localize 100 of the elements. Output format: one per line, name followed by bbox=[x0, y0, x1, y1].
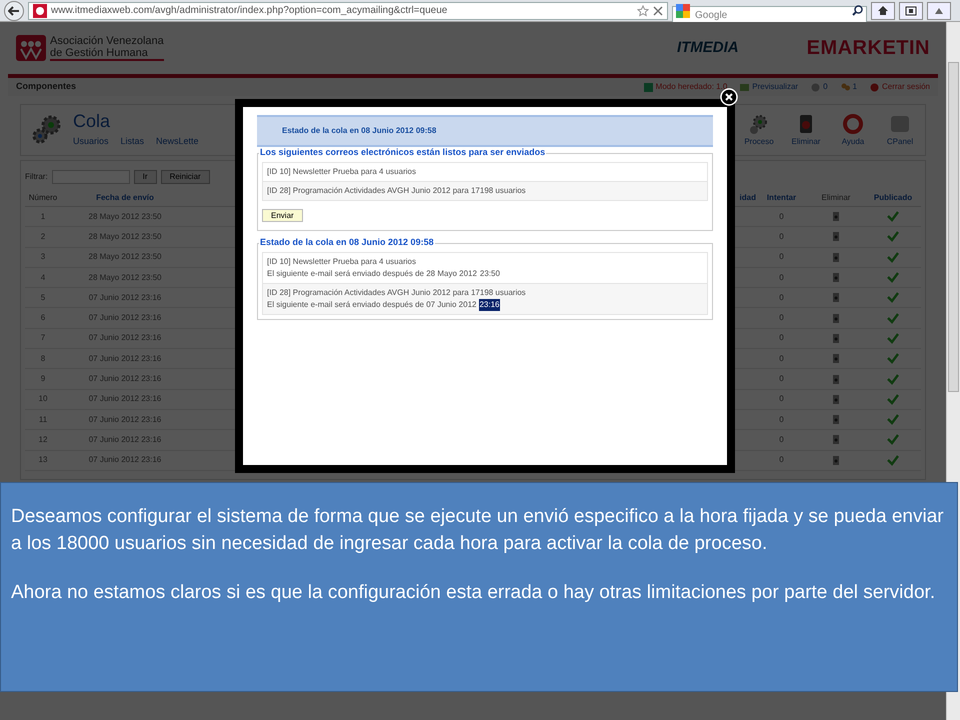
site-favicon-icon bbox=[33, 4, 47, 18]
filter-field[interactable] bbox=[52, 170, 130, 184]
toolbar-link[interactable]: Previsualizar bbox=[752, 81, 798, 93]
table-cell-text: 07 Junio 2012 23:16 bbox=[88, 434, 162, 446]
menu-item[interactable]: Listas bbox=[120, 135, 144, 149]
search-engine-icon bbox=[676, 4, 690, 18]
check-icon[interactable] bbox=[887, 374, 899, 385]
home-icon bbox=[877, 5, 889, 16]
toolbar-button[interactable]: CPanel bbox=[883, 112, 917, 148]
trash-icon[interactable] bbox=[832, 292, 840, 304]
filter-button[interactable]: Reiniciar bbox=[160, 170, 210, 184]
table-cell-text: 0 bbox=[778, 210, 785, 223]
table-cell-text: 2 bbox=[40, 230, 46, 243]
triangle-icon bbox=[933, 6, 945, 16]
check-icon[interactable] bbox=[887, 414, 899, 426]
back-arrow-icon bbox=[8, 6, 20, 16]
back-button[interactable] bbox=[4, 0, 24, 20]
home-button[interactable] bbox=[871, 2, 895, 20]
table-cell-text: 07 Junio 2012 23:16 bbox=[88, 414, 162, 426]
next-send-text: El siguiente e-mail será enviado después de 07 Junio 2012 bbox=[267, 299, 476, 311]
column-header[interactable]: Fecha de envío bbox=[61, 192, 189, 204]
check-icon[interactable] bbox=[887, 252, 899, 263]
section-title: Componentes bbox=[16, 80, 76, 94]
association-logo-icon bbox=[16, 35, 46, 61]
column-header[interactable]: Número bbox=[25, 192, 61, 204]
check-icon[interactable] bbox=[887, 353, 899, 364]
table-cell-text: 3 bbox=[40, 251, 46, 264]
trash-icon[interactable] bbox=[832, 454, 840, 466]
column-header[interactable]: Publicado bbox=[865, 192, 921, 204]
trash-icon[interactable] bbox=[832, 332, 840, 344]
trash-icon[interactable] bbox=[832, 312, 840, 324]
check-icon[interactable] bbox=[887, 231, 899, 242]
toolbar-link[interactable]: Modo heredado: 1.0 bbox=[656, 81, 728, 93]
toolbar-button[interactable]: Ayuda bbox=[836, 112, 870, 148]
address-field[interactable]: www.itmediaxweb.com/avgh/administrator/index.php?option=com_acymailing&ctrl=queue bbox=[28, 2, 668, 20]
trash-icon[interactable] bbox=[832, 394, 840, 405]
search-icon[interactable] bbox=[852, 4, 863, 16]
next-send-text: El siguiente e-mail será enviado después de 28 Mayo 2012 bbox=[267, 268, 477, 280]
check-icon[interactable] bbox=[887, 434, 899, 446]
menu-item[interactable]: Usuarios bbox=[73, 135, 109, 149]
queue-item: [ID 28] Programación Actividades AVGH Junio 2012 para 17198 usuarios bbox=[262, 181, 708, 201]
column-header[interactable]: Eliminar bbox=[807, 192, 865, 204]
bookmark-icon bbox=[905, 6, 917, 16]
mode-icon bbox=[642, 82, 654, 92]
toolbar-link[interactable]: 0 bbox=[823, 81, 828, 93]
bookmarks-button[interactable] bbox=[899, 2, 923, 20]
modal-heading: Estado de la cola en 08 Junio 2012 09:58 bbox=[282, 125, 436, 137]
trash-icon[interactable] bbox=[832, 414, 840, 426]
toolbar-button[interactable]: Eliminar bbox=[789, 112, 823, 148]
queue-item: [ID 10] Newsletter Prueba para 4 usuarios bbox=[267, 256, 417, 268]
check-icon[interactable] bbox=[887, 272, 899, 284]
lifebuoy-icon bbox=[840, 112, 866, 136]
panel-legend: Los siguientes correos electrónicos están listos para ser enviados bbox=[259, 147, 546, 158]
check-icon[interactable] bbox=[887, 312, 899, 324]
table-cell-text: 12 bbox=[38, 434, 48, 446]
toolbar-link[interactable]: 1 bbox=[852, 81, 857, 93]
visitors-icon bbox=[810, 82, 822, 92]
send-button[interactable]: Enviar bbox=[262, 209, 303, 222]
table-cell-text: 5 bbox=[40, 292, 46, 304]
trash-icon[interactable] bbox=[832, 353, 840, 364]
table-cell-text: 07 Junio 2012 23:16 bbox=[88, 332, 162, 344]
table-cell-text: 0 bbox=[778, 272, 785, 284]
table-cell-text: 07 Junio 2012 23:16 bbox=[88, 373, 162, 386]
table-cell-text: 0 bbox=[778, 251, 785, 264]
table-cell-text: 0 bbox=[778, 332, 785, 344]
queue-item: [ID 10] Newsletter Prueba para 4 usuarios bbox=[262, 162, 708, 182]
toolbar-button[interactable]: Proceso bbox=[742, 112, 776, 148]
trash-icon[interactable] bbox=[832, 272, 840, 284]
table-cell-text: 0 bbox=[778, 312, 785, 324]
check-icon[interactable] bbox=[887, 292, 899, 304]
scrollbar-thumb[interactable] bbox=[948, 62, 959, 392]
table-cell-text: 8 bbox=[40, 352, 46, 365]
column-header[interactable]: Intentar bbox=[756, 192, 807, 204]
check-icon[interactable] bbox=[887, 332, 899, 344]
trash-icon[interactable] bbox=[832, 434, 840, 446]
table-cell-text: 28 Mayo 2012 23:50 bbox=[88, 210, 162, 223]
table-cell-text: 7 bbox=[40, 332, 46, 344]
time-text: 23:16 bbox=[479, 299, 500, 311]
table-cell-text: 07 Junio 2012 23:16 bbox=[88, 292, 162, 304]
users-icon bbox=[840, 82, 851, 92]
table-cell-text: 07 Junio 2012 23:16 bbox=[88, 454, 162, 466]
check-icon[interactable] bbox=[887, 394, 899, 405]
table-cell-text: 6 bbox=[40, 312, 46, 324]
trash-icon[interactable] bbox=[832, 252, 840, 263]
star-icon[interactable] bbox=[637, 4, 649, 16]
trash-icon[interactable] bbox=[832, 211, 840, 222]
table-cell-text: 0 bbox=[778, 393, 785, 406]
page-title: Cola bbox=[73, 111, 112, 132]
check-icon[interactable] bbox=[887, 454, 899, 466]
check-icon[interactable] bbox=[887, 211, 899, 222]
brand-logo: ITMEDIA bbox=[676, 38, 739, 58]
table-cell-text: 28 Mayo 2012 23:50 bbox=[88, 230, 162, 243]
toolbar-link[interactable]: Cerrar sesión bbox=[882, 81, 930, 93]
extension-button[interactable] bbox=[927, 2, 951, 20]
trash-icon[interactable] bbox=[832, 374, 840, 385]
trash-icon[interactable] bbox=[832, 231, 840, 242]
menu-item[interactable]: NewsLette bbox=[156, 135, 199, 149]
organization-name: de Gestión Humana bbox=[50, 47, 149, 59]
table-cell-text: 10 bbox=[38, 393, 48, 406]
filter-button[interactable]: Ir bbox=[134, 170, 157, 184]
